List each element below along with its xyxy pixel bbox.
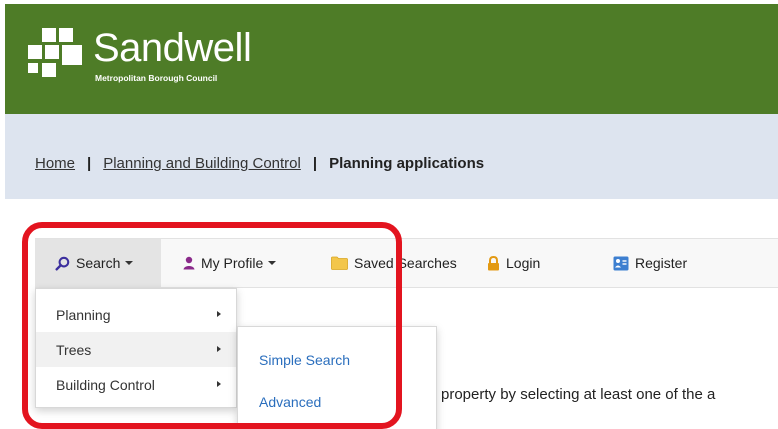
breadcrumb-separator: | — [312, 155, 318, 172]
breadcrumb-separator: | — [87, 155, 92, 172]
lock-icon — [488, 255, 499, 270]
site-header: Sandwell Metropolitan Borough Council — [5, 4, 778, 114]
nav-login-label: Login — [506, 255, 541, 271]
nav-register-label: Register — [635, 255, 688, 271]
breadcrumb-current: Planning applications — [329, 155, 485, 172]
sandwell-logo-icon[interactable] — [28, 28, 88, 88]
brand-name[interactable]: Sandwell — [93, 26, 252, 71]
nav-register[interactable]: Register — [613, 239, 687, 287]
breadcrumb: Home | Planning and Building Control | P… — [35, 155, 484, 172]
annotation-highlight-box — [22, 222, 402, 429]
breadcrumb-band: Home | Planning and Building Control | P… — [5, 114, 778, 199]
breadcrumb-home-link[interactable]: Home — [35, 155, 75, 172]
instruction-text: property by selecting at least one of th… — [441, 386, 716, 403]
brand-subtitle: Metropolitan Borough Council — [95, 73, 218, 83]
register-icon — [613, 256, 629, 270]
breadcrumb-planning-link[interactable]: Planning and Building Control — [103, 155, 301, 172]
nav-login[interactable]: Login — [487, 239, 540, 287]
